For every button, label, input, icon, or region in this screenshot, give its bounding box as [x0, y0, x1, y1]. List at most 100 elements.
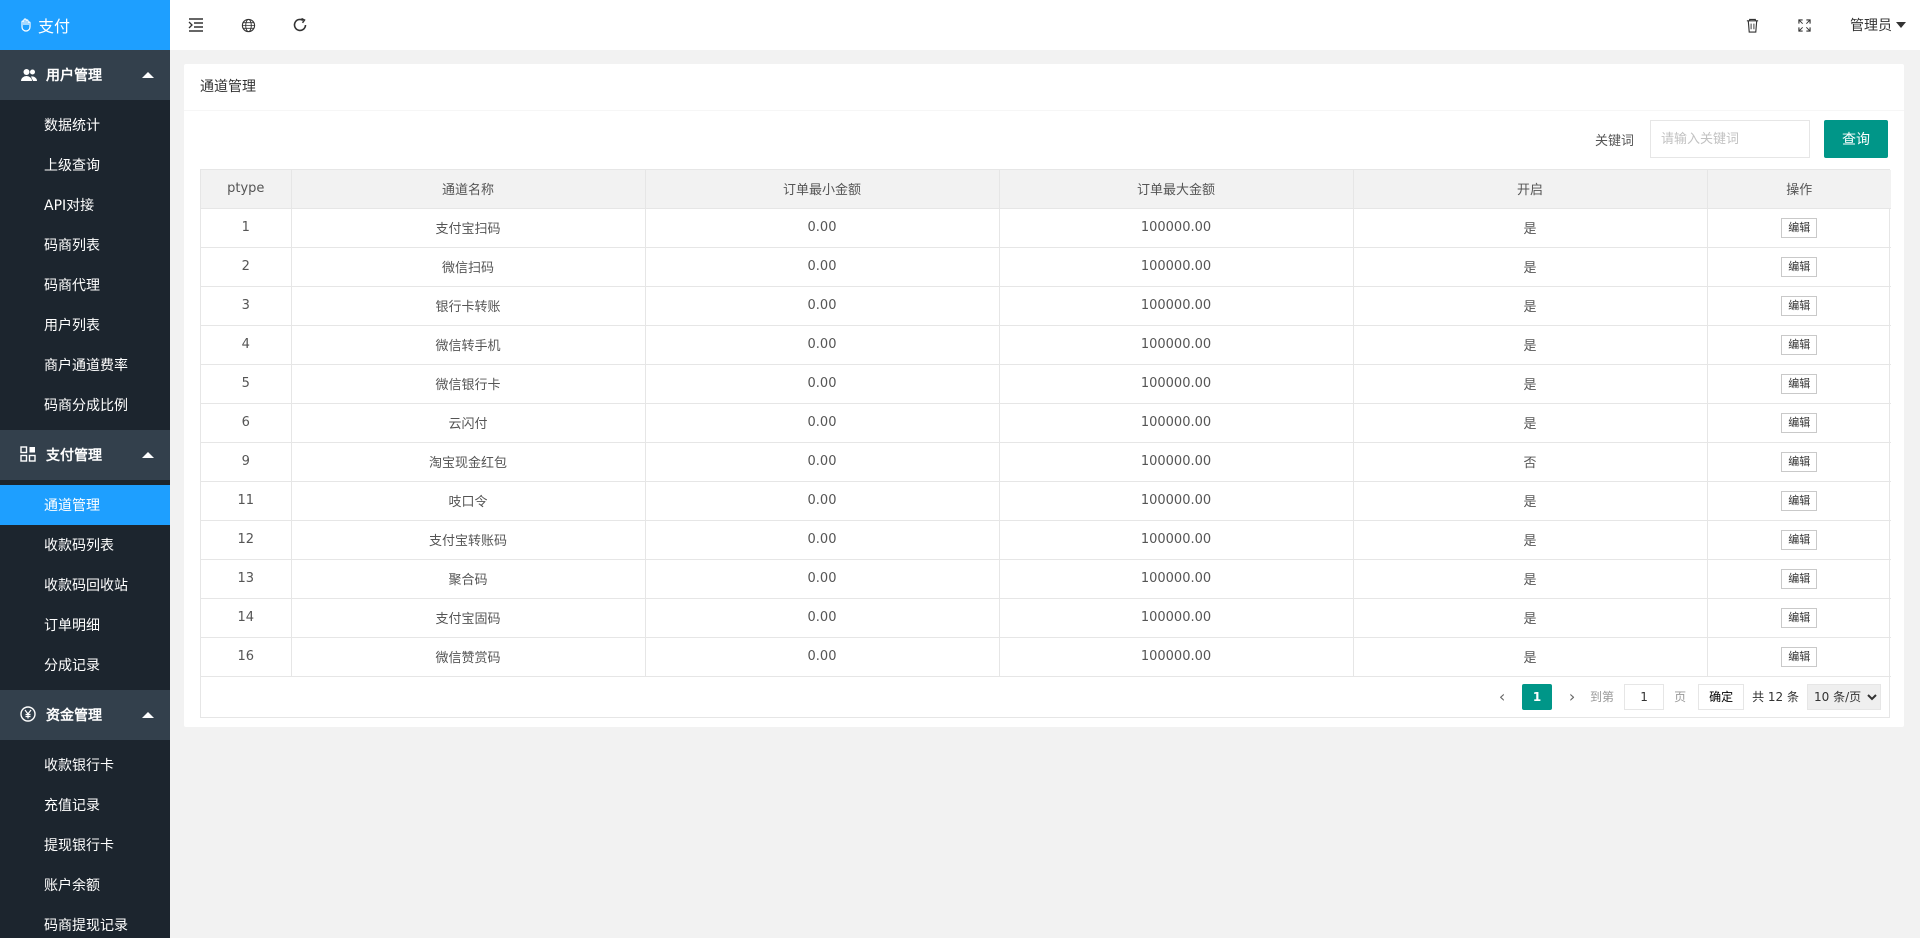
column-header: 操作	[1707, 170, 1891, 209]
table-row: 13 聚合码 0.00 100000.00 是 编辑	[201, 559, 1891, 599]
sidebar-item[interactable]: 分成记录	[0, 645, 170, 685]
sidebar-item[interactable]: 收款银行卡	[0, 745, 170, 785]
logo[interactable]: 支付	[0, 0, 170, 50]
fullscreen-icon	[1797, 18, 1811, 32]
goto-page-input[interactable]	[1624, 683, 1665, 710]
current-page-button[interactable]: 1	[1522, 683, 1553, 710]
table-cell: 是	[1353, 208, 1708, 248]
table-cell: 0.00	[645, 208, 1000, 248]
table-cell: 0.00	[645, 403, 1000, 443]
edit-button[interactable]: 编辑	[1781, 334, 1818, 355]
table-cell-actions: 编辑	[1707, 598, 1891, 638]
edit-button[interactable]: 编辑	[1781, 490, 1818, 511]
table-cell: 14	[201, 598, 292, 638]
clear-cache-button[interactable]	[1726, 0, 1778, 50]
sidebar-item[interactable]: 用户列表	[0, 305, 170, 345]
caret-down-icon	[1896, 22, 1906, 28]
sidebar-item[interactable]: 商户通道费率	[0, 345, 170, 385]
website-button[interactable]	[222, 0, 274, 50]
table-cell: 支付宝转账码	[291, 520, 646, 560]
table-cell-actions: 编辑	[1707, 481, 1891, 521]
sidebar-item[interactable]: 充值记录	[0, 785, 170, 825]
table-cell: 微信扫码	[291, 247, 646, 287]
table-cell: 0.00	[645, 637, 1000, 677]
sidebar-item[interactable]: 通道管理	[0, 485, 170, 525]
sidebar-item[interactable]: 收款码回收站	[0, 565, 170, 605]
table-row: 9 淘宝现金红包 0.00 100000.00 否 编辑	[201, 442, 1891, 482]
next-page-button[interactable]: ›	[1560, 687, 1584, 706]
sidebar: 支付 用户管理 数据统计 上级查询 API对接 码商列表 码商代理 用户列表 商户通道费率 码商…	[0, 0, 170, 938]
user-menu[interactable]: 管理员	[1830, 15, 1920, 35]
table-row: 14 支付宝固码 0.00 100000.00 是 编辑	[201, 598, 1891, 638]
trash-icon	[1746, 18, 1758, 33]
table-cell: 是	[1353, 637, 1708, 677]
goto-confirm-button[interactable]: 确定	[1698, 683, 1745, 710]
nav-group-0[interactable]: 用户管理	[0, 50, 170, 100]
sidebar-item[interactable]: API对接	[0, 185, 170, 225]
table-cell: 云闪付	[291, 403, 646, 443]
edit-button[interactable]: 编辑	[1781, 451, 1818, 472]
nav-group-2[interactable]: 资金管理	[0, 690, 170, 740]
edit-button[interactable]: 编辑	[1781, 529, 1818, 550]
table-cell: 100000.00	[999, 247, 1354, 287]
table-cell: 是	[1353, 520, 1708, 560]
users-icon	[20, 66, 38, 84]
table-row: 6 云闪付 0.00 100000.00 是 编辑	[201, 403, 1891, 443]
sidebar-item[interactable]: 收款码列表	[0, 525, 170, 565]
table-cell: 是	[1353, 286, 1708, 326]
sidebar-item[interactable]: 码商提现记录	[0, 905, 170, 938]
table-cell: 0.00	[645, 559, 1000, 599]
indent-icon	[188, 18, 203, 32]
sidebar-item[interactable]: 上级查询	[0, 145, 170, 185]
sidebar-item[interactable]: 码商列表	[0, 225, 170, 265]
table-cell-actions: 编辑	[1707, 286, 1891, 326]
table-cell-actions: 编辑	[1707, 208, 1891, 248]
table-cell: 是	[1353, 598, 1708, 638]
table-cell-actions: 编辑	[1707, 325, 1891, 365]
table-cell-actions: 编辑	[1707, 520, 1891, 560]
refresh-button[interactable]	[274, 0, 326, 50]
table-row: 16 微信赞赏码 0.00 100000.00 是 编辑	[201, 637, 1891, 677]
edit-button[interactable]: 编辑	[1781, 295, 1818, 316]
fullscreen-button[interactable]	[1778, 0, 1830, 50]
table-cell: 0.00	[645, 325, 1000, 365]
sidebar-item[interactable]: 数据统计	[0, 105, 170, 145]
refresh-icon	[293, 17, 307, 32]
sidebar-item[interactable]: 码商分成比例	[0, 385, 170, 425]
table-cell: 6	[201, 403, 292, 443]
search-button[interactable]: 查询	[1824, 120, 1888, 158]
table-cell: 支付宝固码	[291, 598, 646, 638]
table-cell: 微信银行卡	[291, 364, 646, 404]
table-cell: 淘宝现金红包	[291, 442, 646, 482]
keyword-input[interactable]	[1650, 120, 1810, 158]
total-count: 共 12 条	[1752, 690, 1799, 704]
sidebar-item[interactable]: 码商代理	[0, 265, 170, 305]
table-cell: 11	[201, 481, 292, 521]
edit-button[interactable]: 编辑	[1781, 412, 1818, 433]
menu-toggle-button[interactable]	[170, 0, 222, 50]
edit-button[interactable]: 编辑	[1781, 607, 1818, 628]
edit-button[interactable]: 编辑	[1781, 373, 1818, 394]
logo-text: 支付	[38, 17, 71, 36]
edit-button[interactable]: 编辑	[1781, 568, 1818, 589]
table-row: 4 微信转手机 0.00 100000.00 是 编辑	[201, 325, 1891, 365]
nav-group-title: 支付管理	[46, 448, 102, 464]
table-cell: 13	[201, 559, 292, 599]
nav-group-title: 资金管理	[46, 708, 102, 724]
nav-group-1[interactable]: 支付管理	[0, 430, 170, 480]
sidebar-item[interactable]: 提现银行卡	[0, 825, 170, 865]
sidebar-nav: 用户管理数据统计 上级查询 API对接 码商列表 码商代理 用户列表 商户通道费率 码商分成比…	[0, 50, 170, 938]
table-cell: 支付宝扫码	[291, 208, 646, 248]
sidebar-item[interactable]: 账户余额	[0, 865, 170, 905]
page-size-select[interactable]: 10 条/页	[1807, 683, 1881, 710]
table-cell: 100000.00	[999, 637, 1354, 677]
column-header: 通道名称	[291, 170, 646, 209]
edit-button[interactable]: 编辑	[1781, 256, 1818, 277]
prev-page-button[interactable]: ‹	[1490, 687, 1514, 706]
nav-group-items: 收款银行卡 充值记录 提现银行卡 账户余额 码商提现记录	[0, 740, 170, 938]
edit-button[interactable]: 编辑	[1781, 646, 1818, 667]
sidebar-item[interactable]: 订单明细	[0, 605, 170, 645]
edit-button[interactable]: 编辑	[1781, 217, 1818, 238]
table-row: 1 支付宝扫码 0.00 100000.00 是 编辑	[201, 208, 1891, 248]
table-cell-actions: 编辑	[1707, 637, 1891, 677]
